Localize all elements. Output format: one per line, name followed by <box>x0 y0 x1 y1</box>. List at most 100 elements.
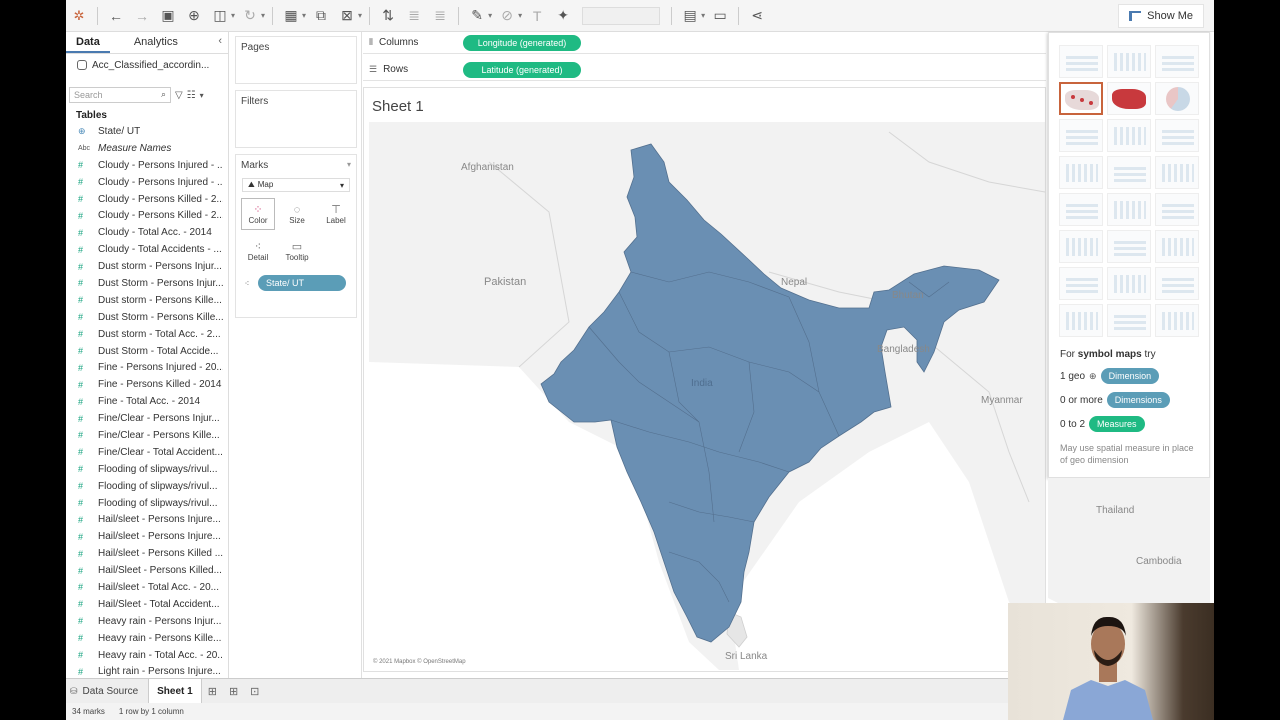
refresh-icon[interactable]: ↻ <box>239 5 261 27</box>
chevron-down-icon[interactable]: ▾ <box>358 11 362 20</box>
data-source-tab[interactable]: ⛁ Data Source <box>66 686 148 697</box>
field-item[interactable]: # Hail/sleet - Persons Injure... <box>66 528 228 545</box>
chart-bullet-graph-icon[interactable] <box>1107 304 1151 337</box>
field-item[interactable]: # Fine - Persons Killed - 2014 <box>66 376 228 393</box>
field-item[interactable]: # Dust Storm - Total Accide... <box>66 343 228 360</box>
field-item[interactable]: # Cloudy - Total Acc. - 2014 <box>66 224 228 241</box>
field-item[interactable]: # Flooding of slipways/rivul... <box>66 461 228 478</box>
chart-gantt-chart-icon[interactable] <box>1059 304 1103 337</box>
chart-line-continuous-icon[interactable] <box>1059 193 1103 226</box>
highlight-icon[interactable]: ✎ <box>466 5 488 27</box>
filter-icon[interactable]: ▽ <box>175 90 183 101</box>
field-item[interactable]: # Flooding of slipways/rivul... <box>66 495 228 512</box>
field-item[interactable]: # Cloudy - Persons Injured - ... <box>66 174 228 191</box>
chart-filled-map-icon[interactable] <box>1107 82 1151 115</box>
chart-area-discrete-icon[interactable] <box>1107 230 1151 263</box>
tableau-logo-icon[interactable]: ✲ <box>68 5 90 27</box>
field-item[interactable]: # Heavy rain - Persons Injur... <box>66 613 228 630</box>
new-story-icon[interactable]: ⊡ <box>244 685 265 698</box>
chart-side-by-side-circles-icon[interactable] <box>1155 156 1199 189</box>
field-item[interactable]: # Fine/Clear - Total Accident... <box>66 444 228 461</box>
field-item[interactable]: # Flooding of slipways/rivul... <box>66 478 228 495</box>
chevron-down-icon[interactable]: ▾ <box>518 11 522 20</box>
chart-highlight-table-icon[interactable] <box>1155 45 1199 78</box>
new-datasource-icon[interactable]: ⊕ <box>183 5 205 27</box>
marks-menu-icon[interactable]: ▾ <box>347 160 351 171</box>
field-item[interactable]: # Fine/Clear - Persons Injur... <box>66 410 228 427</box>
pages-card[interactable]: Pages <box>235 36 357 84</box>
field-item[interactable]: # Heavy rain - Persons Kille... <box>66 630 228 647</box>
redo-icon[interactable]: → <box>131 5 153 27</box>
longitude-pill[interactable]: Longitude (generated) <box>463 34 581 51</box>
field-item[interactable]: # Hail/Sleet - Total Accident... <box>66 596 228 613</box>
field-item[interactable]: Abc Measure Names <box>66 140 228 157</box>
field-item[interactable]: # Fine/Clear - Persons Kille... <box>66 427 228 444</box>
new-dashboard-icon[interactable]: ⊞ <box>223 685 244 698</box>
filters-card[interactable]: Filters <box>235 90 357 148</box>
show-cards-icon[interactable]: ▤ <box>679 5 701 27</box>
swap-icon[interactable]: ⇅ <box>377 5 399 27</box>
new-sheet-icon[interactable]: ▦ <box>280 5 302 27</box>
fit-dropdown[interactable] <box>582 6 661 25</box>
field-item[interactable]: # Heavy rain - Total Acc. - 20... <box>66 647 228 664</box>
chart-line-discrete-icon[interactable] <box>1107 193 1151 226</box>
chart-area-continuous-icon[interactable] <box>1059 230 1103 263</box>
search-icon[interactable]: ⌕ <box>161 89 166 100</box>
field-item[interactable]: # Dust storm - Persons Injur... <box>66 258 228 275</box>
chart-circle-views-icon[interactable] <box>1107 156 1151 189</box>
duplicate-sheet-icon[interactable]: ⧉ <box>310 5 332 27</box>
field-item[interactable]: ⊕ State/ UT <box>66 123 228 140</box>
view-options-icon[interactable]: ☷ <box>187 90 196 101</box>
field-item[interactable]: # Dust Storm - Persons Kille... <box>66 309 228 326</box>
chart-histogram-icon[interactable] <box>1107 267 1151 300</box>
group-icon[interactable]: ⊘ <box>496 5 518 27</box>
chart-packed-bubbles-icon[interactable] <box>1155 304 1199 337</box>
tooltip-button[interactable]: ▭ Tooltip <box>280 235 314 267</box>
field-item[interactable]: # Fine - Total Acc. - 2014 <box>66 393 228 410</box>
show-me-button[interactable]: Show Me <box>1118 4 1204 28</box>
map-view[interactable]: Afghanistan Pakistan Nepal Bhutan Bangla… <box>369 122 1045 670</box>
chevron-down-icon[interactable]: ▾ <box>261 11 265 20</box>
chart-treemap-icon[interactable] <box>1059 156 1103 189</box>
chevron-down-icon[interactable]: ▾ <box>200 91 204 100</box>
chart-text-table-icon[interactable] <box>1059 45 1103 78</box>
chart-side-by-side-bars-icon[interactable] <box>1155 119 1199 152</box>
field-item[interactable]: # Hail/Sleet - Persons Killed... <box>66 562 228 579</box>
new-worksheet-icon[interactable]: ⊞ <box>202 685 223 698</box>
field-item[interactable]: # Dust Storm - Persons Injur... <box>66 275 228 292</box>
sheet1-tab[interactable]: Sheet 1 <box>148 678 202 704</box>
clear-sheet-icon[interactable]: ⊠ <box>336 5 358 27</box>
field-item[interactable]: # Dust storm - Total Acc. - 2... <box>66 326 228 343</box>
chart-box-whisker-icon[interactable] <box>1155 267 1199 300</box>
field-item[interactable]: # Cloudy - Persons Killed - 2... <box>66 207 228 224</box>
chart-horizontal-bars-icon[interactable] <box>1059 119 1103 152</box>
chart-dual-lines-icon[interactable] <box>1155 193 1199 226</box>
latitude-pill[interactable]: Latitude (generated) <box>463 61 581 78</box>
field-item[interactable]: # Cloudy - Persons Killed - 2... <box>66 191 228 208</box>
presentation-icon[interactable]: ▭ <box>709 5 731 27</box>
chevron-down-icon[interactable]: ▾ <box>701 11 705 20</box>
field-item[interactable]: # Hail/sleet - Persons Injure... <box>66 511 228 528</box>
label-icon[interactable]: T <box>526 5 548 27</box>
pause-updates-icon[interactable]: ◫ <box>209 5 231 27</box>
pin-icon[interactable]: ✦ <box>552 5 574 27</box>
tab-data[interactable]: Data <box>66 32 110 53</box>
field-item[interactable]: # Light rain - Persons Injure... <box>66 664 228 679</box>
color-button[interactable]: ⁘ Color <box>241 198 275 230</box>
chart-heat-map-icon[interactable] <box>1107 45 1151 78</box>
chevron-down-icon[interactable]: ▾ <box>231 11 235 20</box>
chart-dual-combination-icon[interactable] <box>1155 230 1199 263</box>
field-item[interactable]: # Cloudy - Persons Injured - ... <box>66 157 228 174</box>
datasource-item[interactable]: Acc_Classified_accordin... <box>66 54 228 76</box>
mark-type-dropdown[interactable]: ⛰ Map ▾ <box>242 178 350 192</box>
size-button[interactable]: ◌ Size <box>280 198 314 230</box>
chart-symbol-map-icon[interactable] <box>1059 82 1103 115</box>
chevron-down-icon[interactable]: ▾ <box>488 11 492 20</box>
chevron-down-icon[interactable]: ▾ <box>302 11 306 20</box>
chart-pie-chart-icon[interactable] <box>1155 82 1199 115</box>
save-icon[interactable]: ▣ <box>157 5 179 27</box>
collapse-pane-icon[interactable]: ‹ <box>212 32 228 53</box>
undo-icon[interactable]: ← <box>105 5 127 27</box>
detail-button[interactable]: ⁖ Detail <box>241 235 275 267</box>
search-input[interactable]: Search ⌕ <box>69 87 171 103</box>
